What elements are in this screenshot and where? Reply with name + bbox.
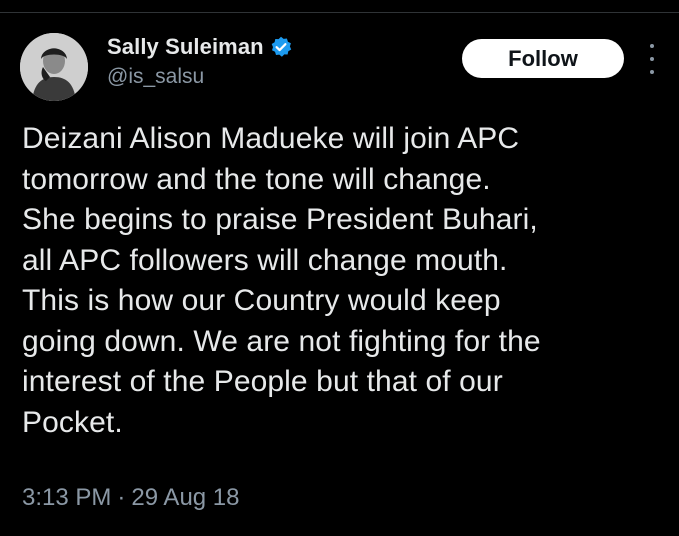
tweet-timestamp[interactable]: 3:13 PM · 29 Aug 18	[22, 484, 240, 512]
follow-button[interactable]: Follow	[462, 39, 624, 78]
tweet-date: 29 Aug 18	[131, 484, 240, 511]
author-block: Sally Suleiman @is_salsu	[107, 32, 292, 89]
more-dot	[650, 57, 654, 61]
name-row: Sally Suleiman	[107, 32, 292, 62]
tweet-text: Deizani Alison Madueke will join APC tom…	[22, 122, 541, 439]
more-dot	[650, 70, 654, 74]
user-handle[interactable]: @is_salsu	[107, 65, 292, 89]
tweet-time: 3:13 PM	[22, 484, 112, 511]
tweet-card: Sally Suleiman @is_salsu Follow Deizani …	[0, 0, 679, 536]
verified-badge-icon	[270, 36, 292, 58]
more-vertical-icon[interactable]	[645, 44, 659, 74]
avatar[interactable]	[20, 33, 88, 101]
more-dot	[650, 44, 654, 48]
profile-photo-icon	[20, 33, 88, 101]
meta-separator: ·	[117, 484, 126, 511]
display-name[interactable]: Sally Suleiman	[107, 34, 264, 60]
